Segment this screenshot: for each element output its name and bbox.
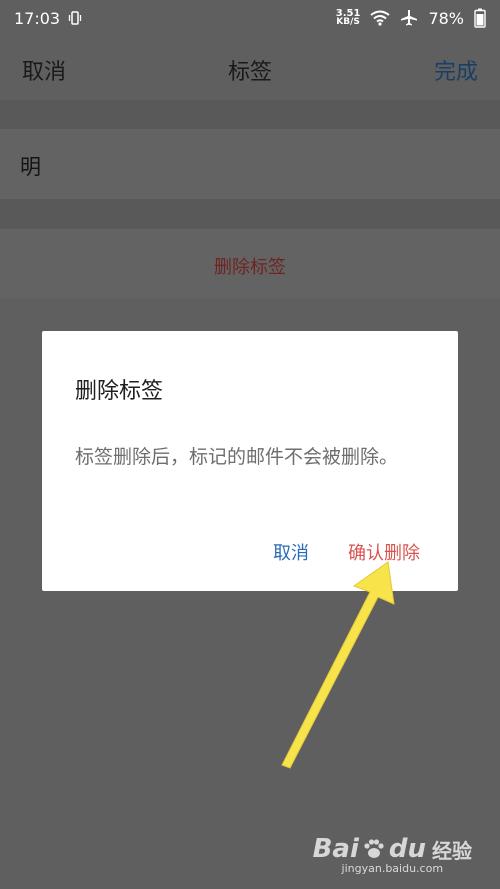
delete-tag-button[interactable]: 删除标签 [0, 253, 500, 279]
wifi-icon [370, 10, 391, 26]
dialog-cancel-button[interactable]: 取消 [273, 539, 309, 565]
nav-done-button[interactable]: 完成 [434, 54, 478, 86]
nav-bar: 取消 标签 完成 [0, 36, 500, 100]
battery-icon [474, 8, 486, 28]
delete-tag-row[interactable]: 删除标签 [0, 229, 500, 299]
section-gap [0, 199, 500, 229]
network-speed: 3.51 KB/S [335, 8, 361, 27]
watermark-url: jingyan.baidu.com [341, 862, 444, 875]
battery-percent: 78% [428, 8, 464, 28]
baidu-watermark: Bai du 经验 jingyan.baidu.com [313, 834, 472, 875]
dialog-message: 标签删除后，标记的邮件不会被删除。 [75, 446, 399, 468]
tag-name-row[interactable]: 明 [0, 129, 500, 199]
dialog-confirm-delete-button[interactable]: 确认删除 [348, 539, 420, 565]
watermark-logo: Bai du 经验 [312, 834, 472, 864]
airplane-icon [400, 9, 418, 27]
delete-confirm-dialog: 删除标签 标签删除后，标记的邮件不会被删除。 取消 确认删除 [42, 331, 458, 591]
paw-icon [364, 839, 384, 858]
page-title: 标签 [227, 60, 272, 85]
section-gap [0, 100, 500, 129]
tag-name-field[interactable]: 明 [20, 151, 41, 181]
dialog-title: 删除标签 [75, 379, 164, 404]
status-bar: 17:03 3.51 KB/S 78% [0, 0, 500, 36]
status-time: 17:03 [14, 8, 61, 28]
vibrate-icon [68, 10, 82, 26]
